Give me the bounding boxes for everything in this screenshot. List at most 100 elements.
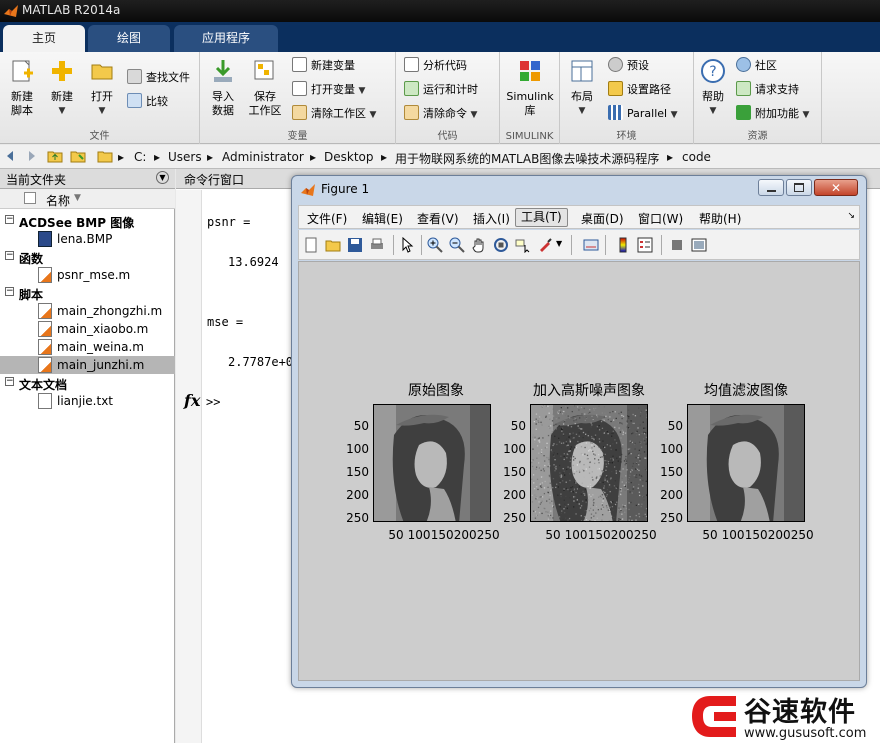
breadcrumb-separator: ▸ [381, 150, 387, 164]
collapse-icon[interactable]: − [5, 287, 14, 296]
print-icon[interactable] [369, 237, 385, 253]
y-tick-label: 250 [653, 511, 683, 525]
minimize-button[interactable] [758, 179, 784, 196]
m-file-icon [38, 303, 52, 319]
tab-plots[interactable]: 绘图 [88, 25, 170, 52]
file-group-header[interactable]: − 文本文档 [0, 374, 175, 392]
figure-canvas[interactable]: 原始图象 加入高斯噪声图象 均值滤波图像 50 100 150 200 250 50 100… [298, 261, 860, 681]
zoom-in-icon[interactable] [427, 237, 443, 253]
community-button[interactable]: 社区 [736, 56, 777, 76]
simulink-library-icon [517, 58, 543, 84]
file-item[interactable]: lianjie.txt [0, 392, 175, 410]
run-and-time-button[interactable]: 运行和计时 [404, 80, 478, 100]
hide-plot-tools-icon[interactable] [669, 237, 685, 253]
help-button[interactable]: ? 帮助 ▼ [696, 58, 730, 118]
back-icon[interactable] [3, 148, 19, 164]
request-support-button[interactable]: 请求支持 [736, 80, 799, 100]
tab-home[interactable]: 主页 [3, 25, 85, 52]
collapse-icon[interactable]: − [5, 215, 14, 224]
panel-header: 当前文件夹 ▼ [0, 169, 175, 189]
breadcrumb-item[interactable]: C: [134, 150, 146, 164]
breadcrumb-item[interactable]: Users [168, 150, 202, 164]
file-group-header[interactable]: − ACDSee BMP 图像 [0, 212, 175, 230]
chevron-down-icon[interactable]: ▼ [556, 239, 562, 248]
figure-menu-item[interactable]: 窗口(W) [638, 210, 683, 227]
dock-figure-icon[interactable]: ↘ [847, 211, 855, 221]
chevron-down-icon: ▼ [671, 110, 678, 120]
file-item[interactable]: psnr_mse.m [0, 266, 175, 284]
import-data-button[interactable]: 导入 数据 [204, 58, 242, 118]
maximize-button[interactable] [786, 179, 812, 196]
close-button[interactable]: ✕ [814, 179, 858, 196]
select-all-checkbox[interactable] [24, 192, 36, 204]
panel-menu-icon[interactable]: ▼ [156, 171, 169, 184]
file-item[interactable]: main_junzhi.m [0, 356, 175, 374]
breadcrumb-item[interactable]: code [682, 150, 711, 164]
figure-menu-item[interactable]: 查看(V) [417, 210, 459, 227]
parallel-button[interactable]: Parallel ▼ [608, 104, 678, 124]
browse-folder-icon[interactable] [70, 148, 86, 164]
new-variable-button[interactable]: 新建变量 [292, 56, 355, 76]
find-files-button[interactable]: 查找文件 [127, 68, 190, 88]
new-script-button[interactable]: 新建 脚本 [4, 58, 40, 118]
file-item[interactable]: main_weina.m [0, 338, 175, 356]
data-cursor-icon[interactable] [515, 237, 531, 253]
set-path-button[interactable]: 设置路径 [608, 80, 671, 100]
run-and-time-icon [404, 81, 419, 96]
toolbar-divider [605, 235, 606, 255]
breadcrumb-item[interactable]: 用于物联网系统的MATLAB图像去噪技术源码程序 [395, 150, 659, 167]
preferences-button[interactable]: 预设 [608, 56, 649, 76]
command-prompt[interactable]: >> [206, 395, 220, 409]
figure-title-bar[interactable]: Figure 1 ✕ [292, 176, 866, 204]
image-axes[interactable] [373, 404, 491, 522]
analyze-code-button[interactable]: 分析代码 [404, 56, 467, 76]
figure-menu-item[interactable]: 编辑(E) [362, 210, 403, 227]
function-browser-icon[interactable]: fx [184, 391, 200, 410]
file-item[interactable]: main_zhongzhi.m [0, 302, 175, 320]
collapse-icon[interactable]: − [5, 377, 14, 386]
tab-apps[interactable]: 应用程序 [174, 25, 278, 52]
figure-menu-item[interactable]: 文件(F) [307, 210, 347, 227]
open-file-icon[interactable] [325, 237, 341, 253]
pointer-icon[interactable] [399, 237, 415, 253]
file-group-header[interactable]: − 函数 [0, 248, 175, 266]
brush-icon[interactable] [537, 237, 553, 253]
simulink-library-button[interactable]: Simulink 库 [502, 58, 558, 118]
clear-workspace-button[interactable]: 清除工作区 ▼ [292, 104, 376, 124]
colorbar-icon[interactable] [615, 237, 631, 253]
save-workspace-button[interactable]: 保存 工作区 [244, 58, 286, 118]
figure-menu-item[interactable]: 帮助(H) [699, 210, 741, 227]
name-column-header[interactable]: 名称 [46, 192, 70, 209]
addons-button[interactable]: 附加功能 ▼ [736, 104, 809, 124]
save-icon[interactable] [347, 237, 363, 253]
gear-icon [608, 57, 623, 72]
rotate-3d-icon[interactable] [493, 237, 509, 253]
file-item[interactable]: main_xiaobo.m [0, 320, 175, 338]
new-figure-icon[interactable] [303, 237, 319, 253]
figure-menu-item[interactable]: 工具(T) [515, 208, 568, 227]
forward-icon[interactable] [23, 148, 39, 164]
pan-hand-icon[interactable] [471, 237, 487, 253]
new-button[interactable]: 新建 ▼ [44, 58, 80, 118]
image-axes[interactable] [687, 404, 805, 522]
up-folder-icon[interactable] [47, 148, 63, 164]
breadcrumb-item[interactable]: Desktop [324, 150, 374, 164]
image-axes[interactable] [530, 404, 648, 522]
file-group-header[interactable]: − 脚本 [0, 284, 175, 302]
link-plot-icon[interactable] [583, 237, 599, 253]
show-plot-tools-icon[interactable] [691, 237, 707, 253]
compare-button[interactable]: 比较 [127, 92, 168, 112]
clear-commands-icon [404, 105, 419, 120]
clear-commands-button[interactable]: 清除命令 ▼ [404, 104, 477, 124]
zoom-out-icon[interactable] [449, 237, 465, 253]
layout-button[interactable]: 布局 ▼ [564, 58, 600, 118]
collapse-icon[interactable]: − [5, 251, 14, 260]
figure-menu-item[interactable]: 插入(I) [473, 210, 510, 227]
open-button[interactable]: 打开 ▼ [84, 58, 120, 118]
legend-icon[interactable] [637, 237, 653, 253]
file-item[interactable]: lena.BMP [0, 230, 175, 248]
file-group-label: 脚本 [19, 286, 43, 303]
figure-menu-item[interactable]: 桌面(D) [581, 210, 624, 227]
breadcrumb-item[interactable]: Administrator [222, 150, 304, 164]
open-variable-button[interactable]: 打开变量 ▼ [292, 80, 365, 100]
